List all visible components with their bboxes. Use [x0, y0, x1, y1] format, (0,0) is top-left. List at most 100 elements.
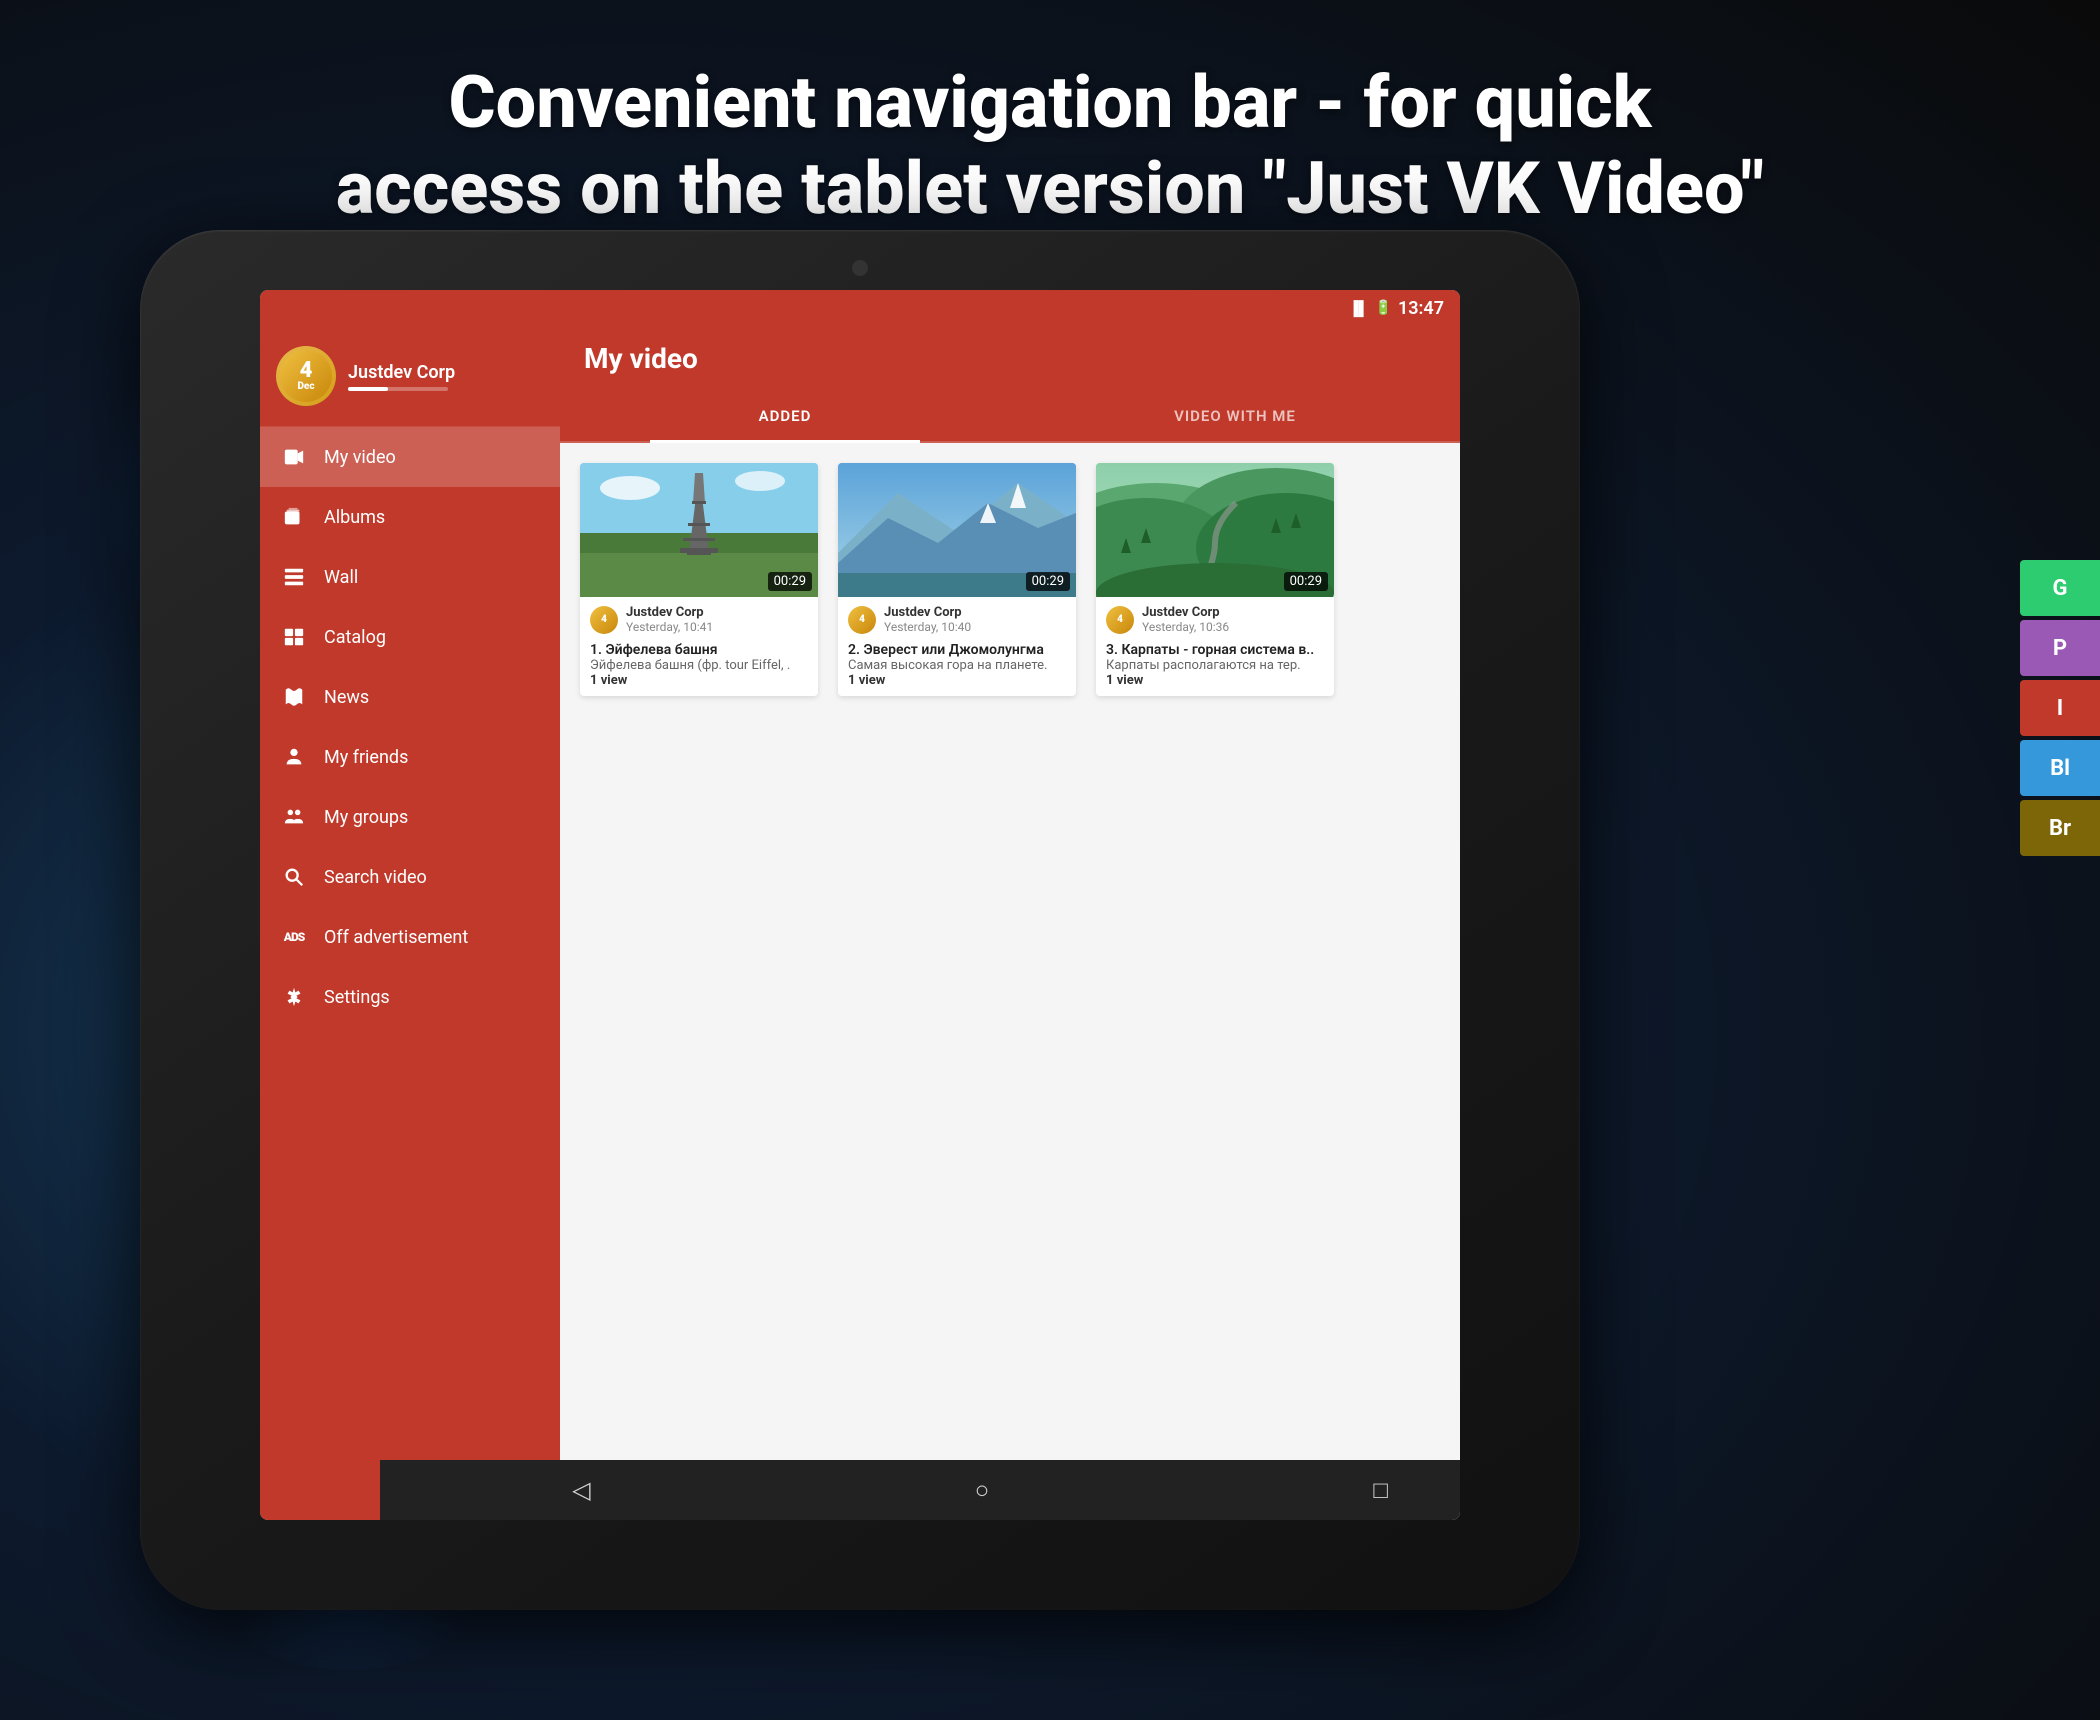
- video-title-2: 2. Эверест или Джомолунгма: [848, 642, 1066, 658]
- android-back-button[interactable]: ◁: [572, 1476, 590, 1504]
- video-views-1: 1 view: [590, 673, 808, 688]
- sidebar-item-albums[interactable]: Albums: [260, 487, 560, 547]
- video-thumb-2: 00:29: [838, 463, 1076, 597]
- video-card-3[interactable]: 00:29 4 Justdev Corp Yesterday, 10:36: [1096, 463, 1334, 696]
- video-info-1: 1. Эйфелева башня Эйфелева башня (фр. to…: [580, 638, 818, 696]
- sidebar-item-label-settings: Settings: [324, 987, 390, 1008]
- sidebar-item-catalog[interactable]: Catalog: [260, 607, 560, 667]
- friends-icon: [280, 743, 308, 771]
- search-icon: [280, 863, 308, 891]
- tablet-device: ▐▌ 🔋 13:47 4 Dec Justdev Co: [140, 230, 1580, 1610]
- video-user-bar-2: 4 Justdev Corp Yesterday, 10:40: [838, 597, 1076, 638]
- video-card-1[interactable]: 00:29 4 Justdev Corp Yesterday, 10:41: [580, 463, 818, 696]
- video-icon: [280, 443, 308, 471]
- video-views-3: 1 view: [1106, 673, 1324, 688]
- progress-bar: [348, 387, 448, 391]
- sidebar-item-label-news: News: [324, 687, 369, 708]
- sidebar-item-label-wall: Wall: [324, 567, 358, 588]
- news-icon: [280, 683, 308, 711]
- page-title: Convenient navigation bar - for quick ac…: [0, 60, 2100, 233]
- video-avatar-3: 4: [1106, 606, 1134, 634]
- side-tab-br[interactable]: Br: [2020, 800, 2100, 856]
- sidebar-item-label-off-advertisement: Off advertisement: [324, 927, 468, 948]
- android-nav-bar: ◁ ○ □: [380, 1460, 1460, 1520]
- video-info-3: 3. Карпаты - горная система в.. Карпаты …: [1096, 638, 1334, 696]
- video-views-2: 1 view: [848, 673, 1066, 688]
- status-icons: ▐▌ 🔋 13:47: [1349, 298, 1444, 319]
- video-duration-1: 00:29: [768, 572, 812, 591]
- avatar-sub: Dec: [297, 382, 314, 392]
- sidebar-item-my-friends[interactable]: My friends: [260, 727, 560, 787]
- side-tab-g[interactable]: G: [2020, 560, 2100, 616]
- sidebar-header: 4 Dec Justdev Corp: [260, 326, 560, 427]
- video-thumb-3: 00:29: [1096, 463, 1334, 597]
- ads-icon: ADS: [280, 923, 308, 951]
- video-desc-2: Самая высокая гора на планете.: [848, 658, 1066, 673]
- main-title: My video: [584, 342, 1436, 375]
- sidebar-item-label-my-groups: My groups: [324, 807, 408, 828]
- catalog-icon: [280, 623, 308, 651]
- tablet-screen: ▐▌ 🔋 13:47 4 Dec Justdev Co: [260, 290, 1460, 1520]
- video-user-name-1: Justdev Corp: [626, 605, 808, 620]
- side-tab-p[interactable]: P: [2020, 620, 2100, 676]
- video-title-1: 1. Эйфелева башня: [590, 642, 808, 658]
- sidebar: 4 Dec Justdev Corp: [260, 326, 560, 1520]
- status-time: 13:47: [1398, 298, 1444, 319]
- progress-fill: [348, 387, 388, 391]
- video-user-name-2: Justdev Corp: [884, 605, 1066, 620]
- signal-icon: ▐▌: [1349, 300, 1369, 317]
- video-info-2: 2. Эверест или Джомолунгма Самая высокая…: [838, 638, 1076, 696]
- video-thumb-1: 00:29: [580, 463, 818, 597]
- user-avatar[interactable]: 4 Dec: [276, 346, 336, 406]
- video-user-name-3: Justdev Corp: [1142, 605, 1324, 620]
- settings-icon: [280, 983, 308, 1011]
- page-header: Convenient navigation bar - for quick ac…: [0, 60, 2100, 233]
- video-desc-3: Карпаты располагаются на тер.: [1106, 658, 1324, 673]
- video-user-info-2: Justdev Corp Yesterday, 10:40: [884, 605, 1066, 634]
- tab-added[interactable]: ADDED: [560, 391, 1010, 441]
- sidebar-item-label-my-video: My video: [324, 447, 396, 468]
- app-layout: 4 Dec Justdev Corp: [260, 326, 1460, 1520]
- video-user-info-3: Justdev Corp Yesterday, 10:36: [1142, 605, 1324, 634]
- main-content: My video ADDED VIDEO WITH ME: [560, 326, 1460, 1520]
- video-user-bar-3: 4 Justdev Corp Yesterday, 10:36: [1096, 597, 1334, 638]
- tablet-camera: [852, 260, 868, 276]
- side-tabs: G P I Bl Br: [2020, 560, 2100, 856]
- video-user-date-3: Yesterday, 10:36: [1142, 620, 1324, 634]
- video-card-2[interactable]: 00:29 4 Justdev Corp Yesterday, 10:40: [838, 463, 1076, 696]
- video-user-date-1: Yesterday, 10:41: [626, 620, 808, 634]
- sidebar-item-label-search-video: Search video: [324, 867, 427, 888]
- tab-video-with-me[interactable]: VIDEO WITH ME: [1010, 391, 1460, 441]
- video-duration-2: 00:29: [1026, 572, 1070, 591]
- sidebar-item-settings[interactable]: Settings: [260, 967, 560, 1027]
- side-tab-bl[interactable]: Bl: [2020, 740, 2100, 796]
- video-user-info-1: Justdev Corp Yesterday, 10:41: [626, 605, 808, 634]
- video-user-date-2: Yesterday, 10:40: [884, 620, 1066, 634]
- video-desc-1: Эйфелева башня (фр. tour Eiffel, .: [590, 658, 808, 673]
- android-home-button[interactable]: ○: [975, 1476, 990, 1505]
- sidebar-item-my-groups[interactable]: My groups: [260, 787, 560, 847]
- sidebar-item-search-video[interactable]: Search video: [260, 847, 560, 907]
- main-header: My video: [560, 326, 1460, 391]
- video-user-bar-1: 4 Justdev Corp Yesterday, 10:41: [580, 597, 818, 638]
- side-tab-i[interactable]: I: [2020, 680, 2100, 736]
- wall-icon: [280, 563, 308, 591]
- video-avatar-2: 4: [848, 606, 876, 634]
- tabs-bar: ADDED VIDEO WITH ME: [560, 391, 1460, 443]
- video-grid: 00:29 4 Justdev Corp Yesterday, 10:41: [560, 443, 1460, 1520]
- video-duration-3: 00:29: [1284, 572, 1328, 591]
- albums-icon: [280, 503, 308, 531]
- sidebar-item-wall[interactable]: Wall: [260, 547, 560, 607]
- battery-icon: 🔋: [1375, 300, 1392, 316]
- video-avatar-1: 4: [590, 606, 618, 634]
- sidebar-item-news[interactable]: News: [260, 667, 560, 727]
- nav-items: My video Albums Wall: [260, 427, 560, 1520]
- groups-icon: [280, 803, 308, 831]
- video-title-3: 3. Карпаты - горная система в..: [1106, 642, 1324, 658]
- avatar-number: 4: [300, 360, 313, 382]
- sidebar-item-label-albums: Albums: [324, 507, 385, 528]
- android-recent-button[interactable]: □: [1373, 1476, 1388, 1505]
- sidebar-item-off-advertisement[interactable]: ADS Off advertisement: [260, 907, 560, 967]
- sidebar-item-my-video[interactable]: My video: [260, 427, 560, 487]
- sidebar-item-label-my-friends: My friends: [324, 747, 408, 768]
